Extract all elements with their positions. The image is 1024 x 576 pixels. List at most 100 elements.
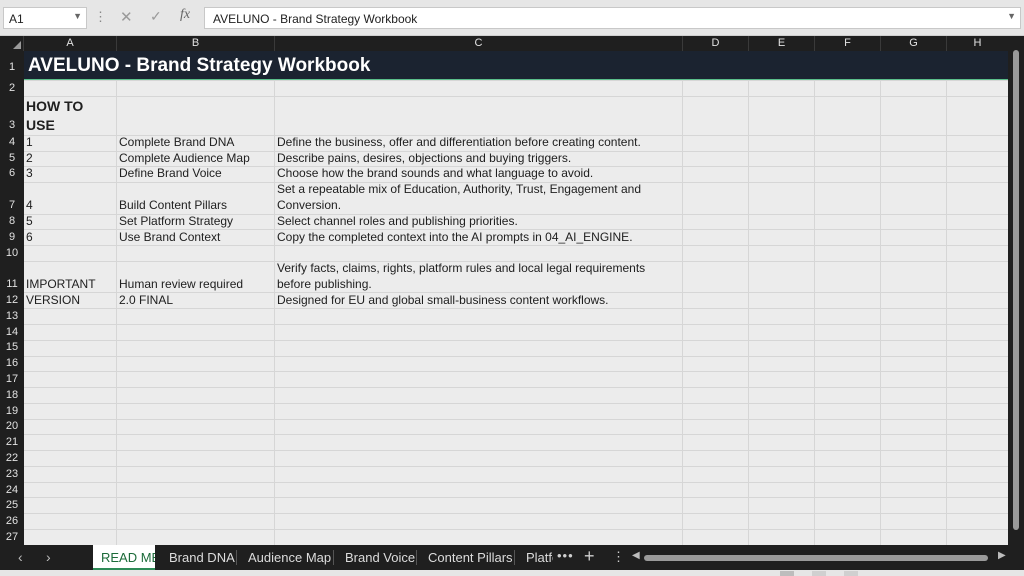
cancel-icon[interactable]: ✕ [120, 8, 133, 26]
select-all-corner[interactable] [0, 36, 24, 51]
column-header-g[interactable]: G [881, 36, 947, 51]
expand-formula-icon[interactable]: ▼ [1007, 11, 1016, 21]
row-header[interactable]: 21 [0, 436, 24, 448]
column-header-e[interactable]: E [749, 36, 815, 51]
formula-input[interactable]: AVELUNO - Brand Strategy Workbook ▼ [204, 7, 1021, 29]
row-header[interactable]: 12 [0, 294, 24, 306]
column-header-b[interactable]: B [117, 36, 275, 51]
gridline [24, 387, 1008, 388]
column-header-h[interactable]: H [947, 36, 1008, 51]
tab-read-me[interactable]: READ ME [93, 545, 155, 570]
gridline [116, 51, 117, 545]
row-header[interactable]: 7 [0, 199, 24, 211]
step-number[interactable]: 5 [26, 214, 33, 230]
horizontal-scroll-thumb[interactable] [644, 555, 988, 561]
chevron-down-icon[interactable]: ▼ [73, 11, 82, 21]
row-header[interactable]: 22 [0, 452, 24, 464]
step-number[interactable]: 1 [26, 135, 33, 151]
step-action[interactable]: Define Brand Voice [119, 166, 222, 182]
column-header-c[interactable]: C [275, 36, 683, 51]
more-tabs-icon[interactable]: ••• [557, 548, 574, 563]
enter-icon[interactable]: ✓ [150, 8, 162, 25]
important-value[interactable]: Human review required [119, 277, 243, 293]
page-layout-icon[interactable] [812, 571, 826, 576]
scroll-right-icon[interactable]: ▶ [998, 550, 1006, 561]
step-number[interactable]: 4 [26, 198, 33, 214]
insert-function-icon[interactable]: fx [180, 7, 190, 23]
row-header[interactable]: 2 [0, 82, 24, 94]
row-header[interactable]: 10 [0, 247, 24, 259]
tab-content-pillars[interactable]: Content Pillars [420, 545, 513, 570]
row-header[interactable]: 18 [0, 389, 24, 401]
row-header[interactable]: 14 [0, 326, 24, 338]
column-header-d[interactable]: D [683, 36, 749, 51]
important-description[interactable]: Verify facts, claims, rights, platform r… [277, 261, 681, 292]
row-header[interactable]: 11 [0, 278, 24, 290]
vertical-scroll-thumb[interactable] [1013, 50, 1019, 530]
row-header[interactable]: 5 [0, 152, 24, 164]
row-header[interactable]: 15 [0, 341, 24, 353]
step-number[interactable]: 6 [26, 230, 33, 246]
tab-brand-voice[interactable]: Brand Voice [337, 545, 415, 570]
scroll-left-icon[interactable]: ◀ [632, 550, 640, 561]
gridline [24, 403, 1008, 404]
step-description[interactable]: Choose how the brand sounds and what lan… [277, 166, 593, 182]
row-header[interactable]: 20 [0, 420, 24, 432]
gridline [24, 356, 1008, 357]
name-box[interactable]: A1 ▼ [3, 7, 87, 29]
vertical-scrollbar[interactable] [1008, 36, 1024, 545]
tab-brand-dna[interactable]: Brand DNA [161, 545, 235, 570]
tab-separator [416, 550, 417, 565]
tab-platform-strategy[interactable]: Platfo [518, 545, 553, 570]
horizontal-scrollbar[interactable]: ◀ ▶ [632, 550, 1010, 563]
sheet-grid[interactable]: AVELUNO - Brand Strategy Workbook HOW TO… [24, 51, 1008, 545]
name-box-value: A1 [9, 12, 24, 26]
row-header[interactable]: 1 [0, 61, 24, 73]
how-to-use-heading[interactable]: HOW TO USE [26, 97, 114, 135]
step-number[interactable]: 2 [26, 151, 33, 167]
row-header[interactable]: 23 [0, 468, 24, 480]
column-header-a[interactable]: A [24, 36, 117, 51]
step-description[interactable]: Set a repeatable mix of Education, Autho… [277, 182, 677, 213]
version-label[interactable]: VERSION [26, 293, 80, 309]
column-header-f[interactable]: F [815, 36, 881, 51]
gridline [24, 482, 1008, 483]
step-description[interactable]: Copy the completed context into the AI p… [277, 230, 633, 246]
row-header[interactable]: 25 [0, 499, 24, 511]
sheet-options-icon[interactable]: ⋮ [612, 549, 625, 565]
step-number[interactable]: 3 [26, 166, 33, 182]
step-description[interactable]: Describe pains, desires, objections and … [277, 151, 571, 167]
gridline [24, 466, 1008, 467]
step-action[interactable]: Use Brand Context [119, 230, 220, 246]
normal-view-icon[interactable] [780, 571, 794, 576]
row-header[interactable]: 24 [0, 484, 24, 496]
step-description[interactable]: Define the business, offer and different… [277, 135, 641, 151]
row-header[interactable]: 16 [0, 357, 24, 369]
add-sheet-icon[interactable]: + [584, 546, 595, 567]
step-action[interactable]: Complete Brand DNA [119, 135, 234, 151]
page-break-icon[interactable] [844, 571, 858, 576]
step-action[interactable]: Complete Audience Map [119, 151, 250, 167]
step-action[interactable]: Build Content Pillars [119, 198, 227, 214]
next-sheet-icon[interactable]: › [46, 549, 51, 565]
row-header[interactable]: 13 [0, 310, 24, 322]
version-value[interactable]: 2.0 FINAL [119, 293, 173, 309]
row-header[interactable]: 8 [0, 215, 24, 227]
row-header[interactable]: 26 [0, 515, 24, 527]
tab-separator [333, 550, 334, 565]
row-header[interactable]: 19 [0, 405, 24, 417]
title-cell[interactable]: AVELUNO - Brand Strategy Workbook [24, 51, 1008, 80]
step-action[interactable]: Set Platform Strategy [119, 214, 233, 230]
tab-separator [236, 550, 237, 565]
row-header[interactable]: 9 [0, 231, 24, 243]
row-header[interactable]: 17 [0, 373, 24, 385]
tab-audience-map[interactable]: Audience Map [240, 545, 332, 570]
row-header[interactable]: 3 [0, 119, 24, 131]
version-description[interactable]: Designed for EU and global small-busines… [277, 293, 609, 309]
row-header[interactable]: 27 [0, 531, 24, 543]
important-label[interactable]: IMPORTANT [26, 277, 96, 293]
step-description[interactable]: Select channel roles and publishing prio… [277, 214, 518, 230]
previous-sheet-icon[interactable]: ‹ [18, 549, 23, 565]
row-header[interactable]: 4 [0, 136, 24, 148]
row-header[interactable]: 6 [0, 167, 24, 179]
